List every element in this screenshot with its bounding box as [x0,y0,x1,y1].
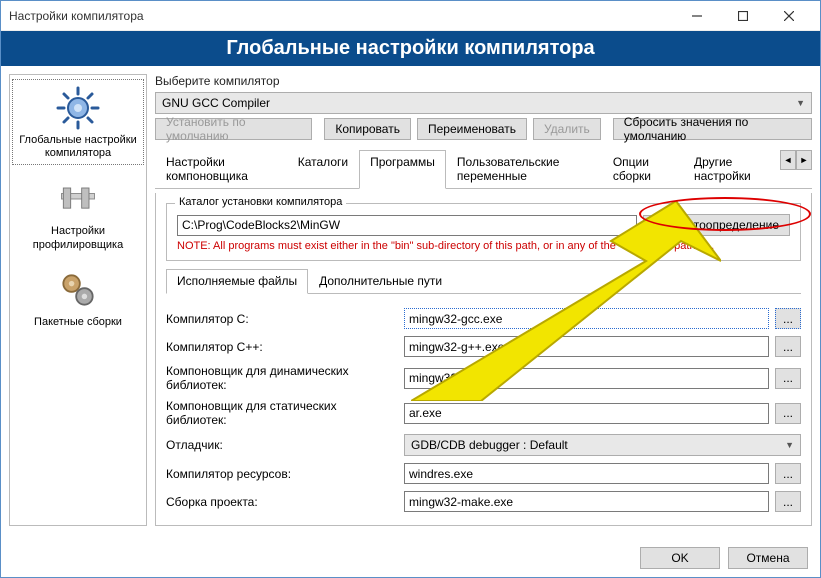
debugger-select[interactable]: GDB/CDB debugger : Default ▼ [404,434,801,456]
sidebar-label: Пакетные сборки [34,316,122,329]
sidebar-item-compiler[interactable]: Глобальные настройки компилятора [12,79,144,165]
tab-build-options[interactable]: Опции сборки [602,150,683,188]
sidebar-item-batch[interactable]: Пакетные сборки [12,262,144,333]
compiler-select[interactable]: GNU GCC Compiler ▼ [155,92,812,114]
minimize-button[interactable] [674,1,720,31]
tab-custom-vars[interactable]: Пользовательские переменные [446,150,602,188]
tab-other[interactable]: Другие настройки [683,150,780,188]
tab-programs[interactable]: Программы [359,150,446,189]
install-dir-group: Каталог установки компилятора C:\Prog\Co… [166,203,801,261]
install-path-input[interactable]: C:\Prog\CodeBlocks2\MinGW [177,215,637,236]
subtab-executables[interactable]: Исполняемые файлы [166,269,308,294]
rename-button[interactable]: Переименовать [417,118,527,140]
dyn-linker-input[interactable]: mingw32-g++.exe [404,368,769,389]
res-compiler-input[interactable]: windres.exe [404,463,769,484]
chevron-down-icon: ▼ [785,440,794,450]
category-sidebar: Глобальные настройки компилятора Настрой… [9,74,147,526]
c-compiler-input[interactable]: mingw32-gcc.exe [404,308,769,329]
c-compiler-label: Компилятор C: [166,312,398,326]
stat-linker-browse[interactable]: ... [775,403,801,424]
stat-linker-input[interactable]: ar.exe [404,403,769,424]
sidebar-item-profiler[interactable]: Настройки профилировщика [12,171,144,255]
page-header: Глобальные настройки компилятора [1,31,820,66]
make-label: Сборка проекта: [166,495,398,509]
program-subtabs: Исполняемые файлы Дополнительные пути [166,269,801,294]
gears-icon [54,266,102,314]
close-button[interactable] [766,1,812,31]
cpp-compiler-label: Компилятор C++: [166,340,398,354]
autodetect-button[interactable]: Автоопределение [669,214,790,236]
subtab-additional-paths[interactable]: Дополнительные пути [308,269,453,293]
res-compiler-browse[interactable]: ... [775,463,801,484]
tab-scroll-right[interactable]: ► [796,150,812,170]
make-input[interactable]: mingw32-make.exe [404,491,769,512]
settings-tabs: Настройки компоновщика Каталоги Программ… [155,150,812,189]
dyn-linker-browse[interactable]: ... [775,368,801,389]
install-note: NOTE: All programs must exist either in … [177,240,790,252]
browse-button[interactable]: ... [643,215,663,236]
ok-button[interactable]: OK [640,547,720,569]
cancel-button[interactable]: Отмена [728,547,808,569]
stat-linker-label: Компоновщик для статических библиотек: [166,399,398,427]
chevron-down-icon: ▼ [796,98,805,108]
install-dir-legend: Каталог установки компилятора [175,196,346,208]
cpp-compiler-input[interactable]: mingw32-g++.exe [404,336,769,357]
cpp-compiler-browse[interactable]: ... [775,336,801,357]
reset-button[interactable]: Сбросить значения по умолчанию [613,118,812,140]
dyn-linker-label: Компоновщик для динамических библиотек: [166,364,398,392]
tab-dirs[interactable]: Каталоги [287,150,359,188]
tab-linker[interactable]: Настройки компоновщика [155,150,287,188]
maximize-button[interactable] [720,1,766,31]
caliper-icon [54,175,102,223]
compiler-select-label: Выберите компилятор [155,74,812,88]
window-title: Настройки компилятора [9,9,674,23]
delete-button: Удалить [533,118,601,140]
debugger-label: Отладчик: [166,438,398,452]
copy-button[interactable]: Копировать [324,118,411,140]
gear-icon [54,84,102,132]
set-default-button: Установить по умолчанию [155,118,312,140]
tab-scroll-left[interactable]: ◄ [780,150,796,170]
sidebar-label: Настройки профилировщика [14,225,142,251]
c-compiler-browse[interactable]: ... [775,308,801,329]
res-compiler-label: Компилятор ресурсов: [166,467,398,481]
compiler-selected: GNU GCC Compiler [162,96,270,110]
sidebar-label: Глобальные настройки компилятора [15,134,141,160]
make-browse[interactable]: ... [775,491,801,512]
